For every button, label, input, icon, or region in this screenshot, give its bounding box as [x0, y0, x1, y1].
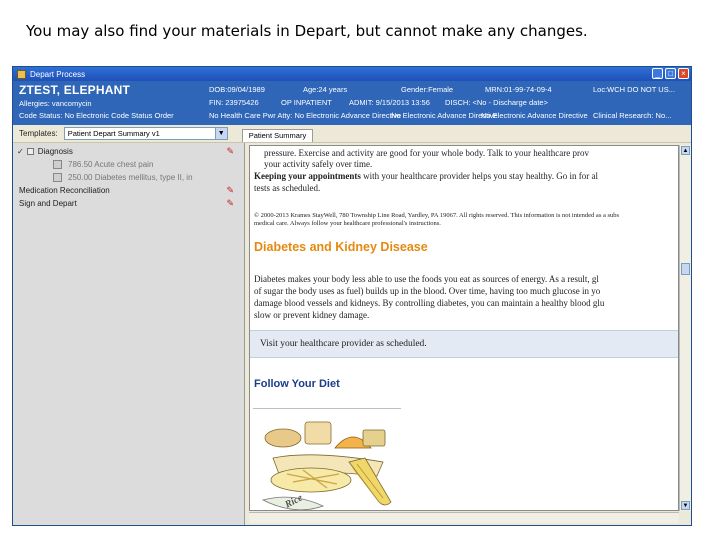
heading-follow-diet: Follow Your Diet	[254, 378, 340, 390]
tree-item-label: Diagnosis	[37, 147, 73, 156]
edit-pen-icon[interactable]: ✎	[226, 146, 234, 157]
document-horizontal-scrollbar[interactable]	[249, 512, 679, 523]
chevron-down-icon[interactable]: ▼	[214, 128, 227, 139]
checkbox[interactable]	[53, 173, 62, 182]
document-panel: pressure. Exercise and activity are good…	[246, 143, 691, 525]
checkbox[interactable]	[53, 160, 62, 169]
doc-line: Keeping your appointments with your heal…	[254, 171, 678, 182]
close-button[interactable]: ×	[678, 68, 689, 79]
tree-item-diagnosis[interactable]: ✓ Diagnosis ✎	[13, 145, 244, 158]
checkmark-icon: ✓	[17, 147, 24, 156]
minimize-button[interactable]: _	[652, 68, 663, 79]
app-icon	[17, 69, 26, 79]
encounter-type: OP INPATIENT	[281, 98, 332, 107]
dob: DOB:09/04/1989	[209, 85, 265, 94]
tree-item-chest-pain[interactable]: 786.50 Acute chest pain	[13, 158, 244, 171]
doc-line-rest: with your healthcare provider helps you …	[360, 171, 598, 181]
window-title: Depart Process	[30, 69, 86, 79]
keeping-appointments-bold: Keeping your appointments	[254, 171, 361, 181]
doc-line: Diabetes makes your body less able to us…	[254, 274, 599, 284]
depart-tree-panel: ✓ Diagnosis ✎ 786.50 Acute chest pain 25…	[13, 143, 245, 525]
depart-process-window: Depart Process _ □ × ZTEST, ELEPHANT All…	[12, 66, 692, 526]
doc-line: slow or prevent kidney damage.	[254, 310, 370, 320]
template-toolbar: Templates: Patient Depart Summary v1 ▼ P…	[13, 125, 691, 143]
admit-date: ADMIT: 9/15/2013 13:56	[349, 98, 430, 107]
tree-item-label: Sign and Depart	[19, 199, 77, 208]
template-select-value: Patient Depart Summary v1	[67, 129, 160, 138]
doc-line: tests as scheduled.	[254, 183, 321, 193]
scrollbar-thumb[interactable]	[681, 263, 690, 275]
slide-title: You may also find your materials in Depa…	[26, 22, 588, 40]
gender: Gender:Female	[401, 85, 454, 94]
fin: FIN: 23975426	[209, 98, 259, 107]
tree-item-label: 786.50 Acute chest pain	[68, 160, 154, 169]
callout-box: Visit your healthcare provider as schedu…	[250, 330, 678, 358]
location: Loc:WCH DO NOT US...	[593, 85, 675, 94]
document-vertical-scrollbar[interactable]: ▲ ▼	[679, 145, 691, 511]
tree-item-label: Medication Reconciliation	[19, 186, 110, 195]
doc-line: pressure. Exercise and activity are good…	[264, 148, 590, 158]
edit-pen-icon[interactable]: ✎	[226, 198, 234, 209]
template-select[interactable]: Patient Depart Summary v1 ▼	[63, 127, 228, 140]
doc-line: of sugar the body uses as fuel) builds u…	[254, 286, 601, 296]
copyright-line: © 2000-2013 Krames StayWell, 780 Townshi…	[254, 212, 620, 219]
advance-directive-1: No Health Care Pwr Atty: No Electronic A…	[209, 111, 402, 120]
checkbox[interactable]	[26, 148, 34, 155]
maximize-button[interactable]: □	[665, 68, 676, 79]
tree-item-diabetes[interactable]: 250.00 Diabetes mellitus, type II, in	[13, 171, 244, 184]
code-status: Code Status: No Electronic Code Status O…	[19, 111, 174, 120]
food-illustration: Rice	[253, 408, 401, 510]
tree-item-sign-and-depart[interactable]: Sign and Depart ✎	[13, 197, 244, 210]
patient-name: ZTEST, ELEPHANT	[19, 83, 131, 97]
patient-summary-document: pressure. Exercise and activity are good…	[249, 145, 679, 511]
advance-directive-3: No Electronic Advance Directive	[481, 111, 588, 120]
allergies: Allergies: vancomycin	[19, 99, 92, 108]
scroll-up-icon[interactable]: ▲	[681, 146, 690, 155]
edit-pen-icon[interactable]: ✎	[226, 185, 234, 196]
tree-item-medication-reconciliation[interactable]: Medication Reconciliation ✎	[13, 184, 244, 197]
discharge-date: DISCH: <No - Discharge date>	[445, 98, 548, 107]
tree-item-label: 250.00 Diabetes mellitus, type II, in	[68, 173, 193, 182]
scroll-down-icon[interactable]: ▼	[681, 501, 690, 510]
doc-line: damage blood vessels and kidneys. By con…	[254, 298, 605, 308]
tab-patient-summary[interactable]: Patient Summary	[241, 129, 314, 142]
copyright-line: medical care. Always follow your healthc…	[254, 220, 441, 227]
window-titlebar: Depart Process _ □ ×	[13, 67, 691, 81]
doc-line: your activity safely over time.	[264, 159, 373, 169]
clinical-research: Clinical Research: No...	[593, 111, 672, 120]
mrn: MRN:01-99-74-09-4	[485, 85, 552, 94]
patient-banner: ZTEST, ELEPHANT Allergies: vancomycin Co…	[13, 81, 691, 125]
age: Age:24 years	[303, 85, 348, 94]
heading-diabetes-kidney: Diabetes and Kidney Disease	[254, 240, 428, 254]
callout-text: Visit your healthcare provider as schedu…	[260, 339, 427, 349]
templates-label: Templates:	[19, 129, 58, 138]
